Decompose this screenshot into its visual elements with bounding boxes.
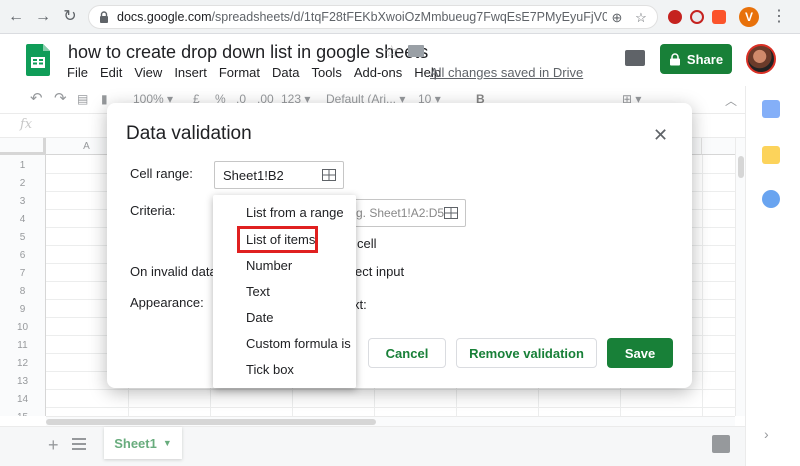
criteria-dropdown-menu: List from a range List of items Number T… xyxy=(213,195,356,388)
cancel-button[interactable]: Cancel xyxy=(368,338,446,368)
share-label: Share xyxy=(686,51,724,67)
on-invalid-label: On invalid data: xyxy=(130,264,221,279)
brave-shield-icon[interactable] xyxy=(712,10,726,24)
dropdown-item-number[interactable]: Number xyxy=(246,258,292,273)
extension-icon[interactable] xyxy=(690,10,704,24)
star-icon[interactable]: ☆ xyxy=(384,42,399,62)
menu-file[interactable]: File xyxy=(67,65,88,80)
document-title[interactable]: how to create drop down list in google s… xyxy=(68,42,428,63)
cell-range-label: Cell range: xyxy=(130,166,193,181)
menu-view[interactable]: View xyxy=(134,65,162,80)
back-icon[interactable]: ← xyxy=(6,7,26,27)
show-dropdown-text: cell xyxy=(357,236,377,251)
share-button[interactable]: Share xyxy=(660,44,732,74)
folder-icon[interactable] xyxy=(408,45,424,57)
dropdown-item-text[interactable]: Text xyxy=(246,284,270,299)
dropdown-item-date[interactable]: Date xyxy=(246,310,273,325)
dropdown-item-tick-box[interactable]: Tick box xyxy=(246,362,294,377)
zoom-icon[interactable]: ⊕ xyxy=(609,10,625,26)
dropdown-item-custom-formula[interactable]: Custom formula is xyxy=(246,336,351,351)
browser-menu-icon[interactable]: ⋮ xyxy=(771,7,787,27)
comment-icon[interactable] xyxy=(625,50,645,66)
menu-tools[interactable]: Tools xyxy=(311,65,341,80)
url-text: docs.google.com/spreadsheets/d/1tqF28tFE… xyxy=(117,10,607,24)
dropdown-item-list-from-range[interactable]: List from a range xyxy=(246,205,344,220)
browser-toolbar: ← → ↻ docs.google.com/spreadsheets/d/1tq… xyxy=(0,0,800,34)
sheets-header: how to create drop down list in google s… xyxy=(0,34,800,86)
menu-bar: File Edit View Insert Format Data Tools … xyxy=(67,65,453,80)
select-range-icon[interactable] xyxy=(322,169,336,181)
forward-icon[interactable]: → xyxy=(33,7,53,27)
criteria-label: Criteria: xyxy=(130,203,176,218)
profile-avatar[interactable]: V xyxy=(739,7,759,27)
menu-data[interactable]: Data xyxy=(272,65,299,80)
appearance-label: Appearance: xyxy=(130,295,204,310)
menu-edit[interactable]: Edit xyxy=(100,65,122,80)
cell-range-value: Sheet1!B2 xyxy=(223,168,284,183)
data-validation-dialog: Data validation ✕ Cell range: Sheet1!B2 … xyxy=(107,103,692,388)
reload-icon[interactable]: ↻ xyxy=(60,7,80,27)
close-icon[interactable]: ✕ xyxy=(653,125,668,146)
menu-addons[interactable]: Add-ons xyxy=(354,65,402,80)
cell-range-input[interactable]: Sheet1!B2 xyxy=(214,161,344,189)
save-button[interactable]: Save xyxy=(607,338,673,368)
address-bar[interactable]: docs.google.com/spreadsheets/d/1tqF28tFE… xyxy=(88,5,658,29)
dialog-title: Data validation xyxy=(126,123,252,144)
account-avatar[interactable] xyxy=(746,44,776,74)
save-status-link[interactable]: All changes saved in Drive xyxy=(430,65,583,80)
select-range-icon[interactable] xyxy=(444,207,458,219)
reject-input-text: ect input xyxy=(355,264,405,279)
lock-icon xyxy=(669,52,680,65)
criteria-placeholder: e.g. Sheet1!A2:D5 xyxy=(346,206,445,220)
highlight-box xyxy=(237,226,318,253)
extension-icon[interactable] xyxy=(668,10,682,24)
remove-validation-button[interactable]: Remove validation xyxy=(456,338,597,368)
sheets-logo-icon[interactable] xyxy=(26,44,50,76)
lock-icon xyxy=(100,11,108,23)
menu-insert[interactable]: Insert xyxy=(174,65,207,80)
menu-format[interactable]: Format xyxy=(219,65,260,80)
bookmark-star-icon[interactable]: ☆ xyxy=(633,10,649,26)
